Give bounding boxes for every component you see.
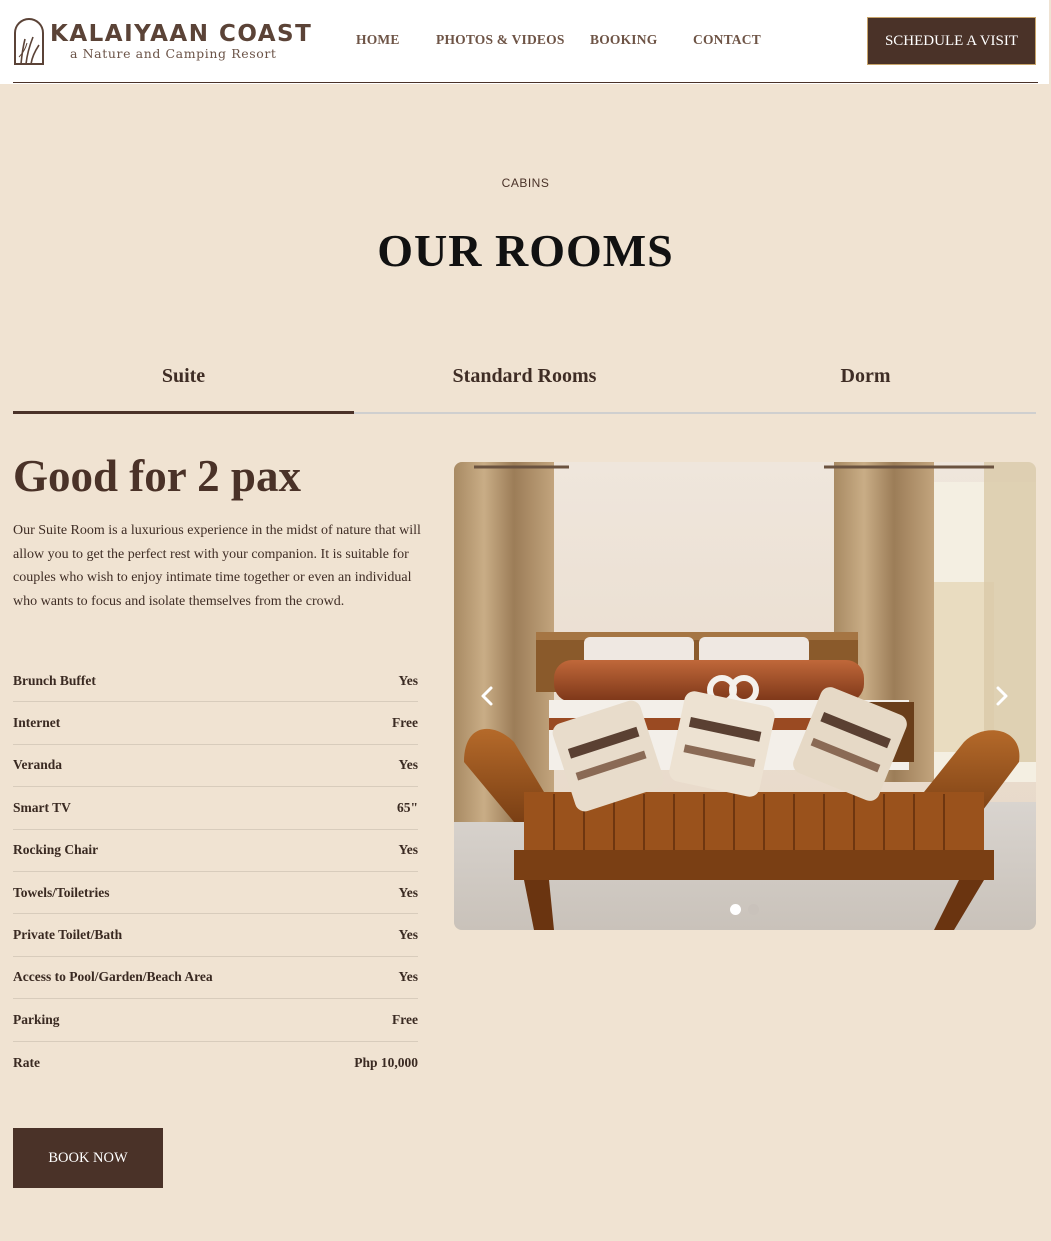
room-capacity-heading: Good for 2 pax xyxy=(13,451,301,501)
brand-tagline: a Nature and Camping Resort xyxy=(70,46,277,61)
amenity-row: Internet Free xyxy=(13,702,418,745)
amenity-value: Yes xyxy=(398,927,419,943)
amenity-row: Towels/Toiletries Yes xyxy=(13,872,419,915)
carousel-pagination xyxy=(730,904,759,915)
logo-mark-icon xyxy=(14,18,44,65)
brand-name: KALAIYAAN COAST xyxy=(50,21,313,47)
amenity-label: Veranda xyxy=(13,757,63,773)
amenity-row: Access to Pool/Garden/Beach Area Yes xyxy=(13,957,419,1000)
amenity-row: Rate Php 10,000 xyxy=(13,1042,418,1084)
nav-contact[interactable]: CONTACT xyxy=(693,32,761,48)
amenity-value: 65" xyxy=(397,799,418,815)
chevron-right-icon[interactable] xyxy=(989,684,1013,708)
amenity-value: Yes xyxy=(398,884,419,900)
suite-room-photo xyxy=(454,462,1036,930)
book-now-button[interactable]: BOOK NOW xyxy=(13,1128,163,1188)
brand-logo[interactable]: KALAIYAAN COAST a Nature and Camping Res… xyxy=(13,17,312,65)
site-header: KALAIYAAN COAST a Nature and Camping Res… xyxy=(0,0,1051,84)
header-divider xyxy=(13,82,1038,83)
amenity-value: Yes xyxy=(398,842,419,858)
chevron-left-icon[interactable] xyxy=(476,684,500,708)
tab-active-indicator xyxy=(13,411,354,414)
amenity-value: Free xyxy=(392,715,418,731)
amenity-row: Parking Free xyxy=(13,999,418,1042)
section-eyebrow: CABINS xyxy=(501,176,550,190)
room-tabs: Suite Standard Rooms Dorm xyxy=(13,340,1036,415)
amenity-label: Internet xyxy=(13,715,61,731)
amenity-label: Access to Pool/Garden/Beach Area xyxy=(13,969,213,985)
nav-home[interactable]: HOME xyxy=(356,32,400,48)
amenity-label: Rate xyxy=(13,1054,40,1070)
tab-dorm[interactable]: Dorm xyxy=(695,340,1036,412)
amenity-row: Private Toilet/Bath Yes xyxy=(13,914,419,957)
carousel-dot-active[interactable] xyxy=(730,904,741,915)
amenity-label: Smart TV xyxy=(13,799,71,815)
amenity-row: Rocking Chair Yes xyxy=(13,830,418,872)
section-title: OUR ROOMS xyxy=(377,225,674,276)
amenity-label: Parking xyxy=(13,1011,60,1027)
amenity-value: Free xyxy=(392,1011,418,1027)
amenity-value: Yes xyxy=(398,969,419,985)
amenity-value: Yes xyxy=(398,672,419,688)
amenity-label: Towels/Toiletries xyxy=(13,884,110,900)
amenity-row: Brunch Buffet Yes xyxy=(13,660,419,703)
amenity-row: Smart TV 65" xyxy=(13,787,418,830)
amenities-list: Brunch Buffet Yes Internet Free Veranda Yes… xyxy=(13,660,418,1084)
amenity-row: Veranda Yes xyxy=(13,745,419,788)
nav-booking[interactable]: BOOKING xyxy=(590,32,657,48)
room-description: Our Suite Room is a luxurious experience… xyxy=(13,523,421,609)
amenity-value: Yes xyxy=(398,757,419,773)
carousel-dot[interactable] xyxy=(748,904,759,915)
amenity-label: Rocking Chair xyxy=(13,842,99,858)
tab-suite[interactable]: Suite xyxy=(13,340,354,412)
amenity-label: Brunch Buffet xyxy=(13,672,96,688)
amenity-value: Php 10,000 xyxy=(354,1054,418,1070)
tab-standard-rooms[interactable]: Standard Rooms xyxy=(354,340,695,412)
schedule-visit-button[interactable]: SCHEDULE A VISIT xyxy=(867,17,1036,65)
room-photo-carousel[interactable] xyxy=(454,462,1036,930)
nav-photos-videos[interactable]: PHOTOS & VIDEOS xyxy=(436,32,565,48)
amenity-label: Private Toilet/Bath xyxy=(13,927,123,943)
